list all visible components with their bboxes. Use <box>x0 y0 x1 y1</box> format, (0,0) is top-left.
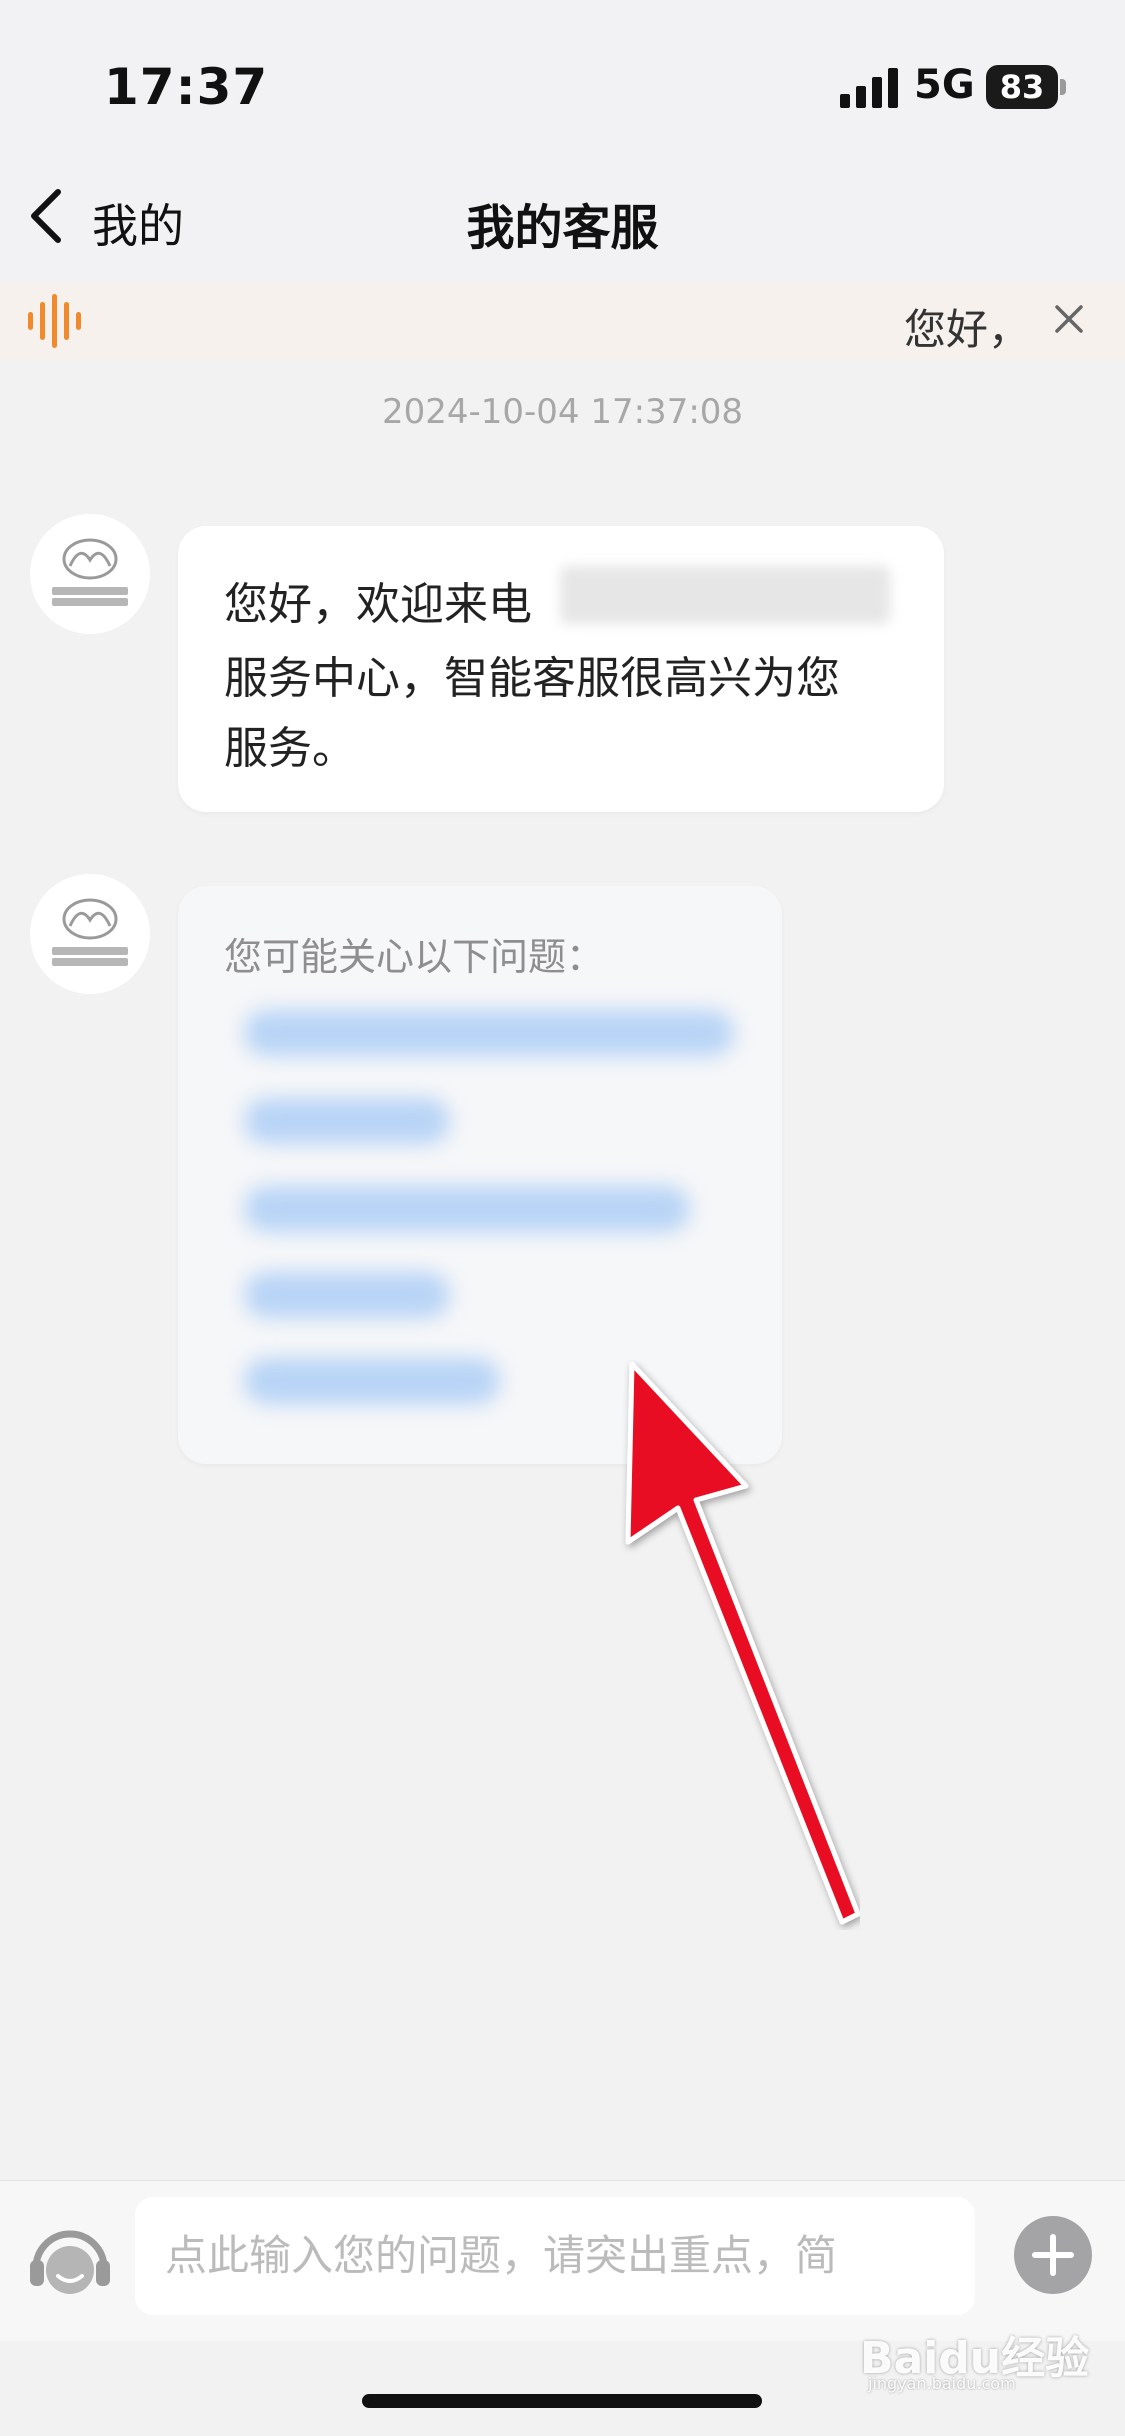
red-arrow-annotation <box>625 1361 860 1925</box>
message-line: 您好，欢迎来电 <box>224 579 532 630</box>
bot-avatar[interactable] <box>30 874 150 994</box>
faq-link[interactable] <box>244 1010 734 1056</box>
message-line: 服务。 <box>224 723 356 774</box>
page-title: 我的客服 <box>466 200 659 256</box>
faq-title: 您可能关心以下问题： <box>224 935 605 979</box>
faq-link[interactable] <box>244 1186 690 1232</box>
faq-link[interactable] <box>244 1098 450 1144</box>
brand-logo-icon <box>62 898 118 940</box>
battery-icon: 83 <box>986 65 1070 109</box>
close-icon[interactable] <box>1052 302 1086 336</box>
brand-logo-icon <box>62 538 118 580</box>
status-time: 17:37 <box>104 58 269 116</box>
chat-timestamp: 2024-10-04 17:37:08 <box>381 392 744 432</box>
plus-icon[interactable] <box>1014 2216 1092 2294</box>
sound-wave-icon <box>28 294 81 348</box>
baidu-watermark: Baidu经验 jingyan.baidu.com <box>860 2316 1100 2396</box>
home-indicator <box>362 2394 762 2408</box>
faq-link[interactable] <box>244 1358 500 1404</box>
question-input[interactable]: 点此输入您的问题，请突出重点，简 <box>135 2197 975 2315</box>
battery-level: 83 <box>999 68 1045 106</box>
bot-avatar[interactable] <box>30 514 150 634</box>
signal-icon <box>840 68 898 108</box>
redacted-text <box>560 566 890 624</box>
customer-service-icon[interactable] <box>28 2220 112 2300</box>
notice-text: 您好， <box>904 305 1031 354</box>
watermark-url: jingyan.baidu.com <box>868 2374 1016 2393</box>
network-type: 5G <box>914 62 975 108</box>
faq-link[interactable] <box>244 1272 450 1318</box>
message-line: 服务中心，智能客服很高兴为您 <box>224 653 840 704</box>
